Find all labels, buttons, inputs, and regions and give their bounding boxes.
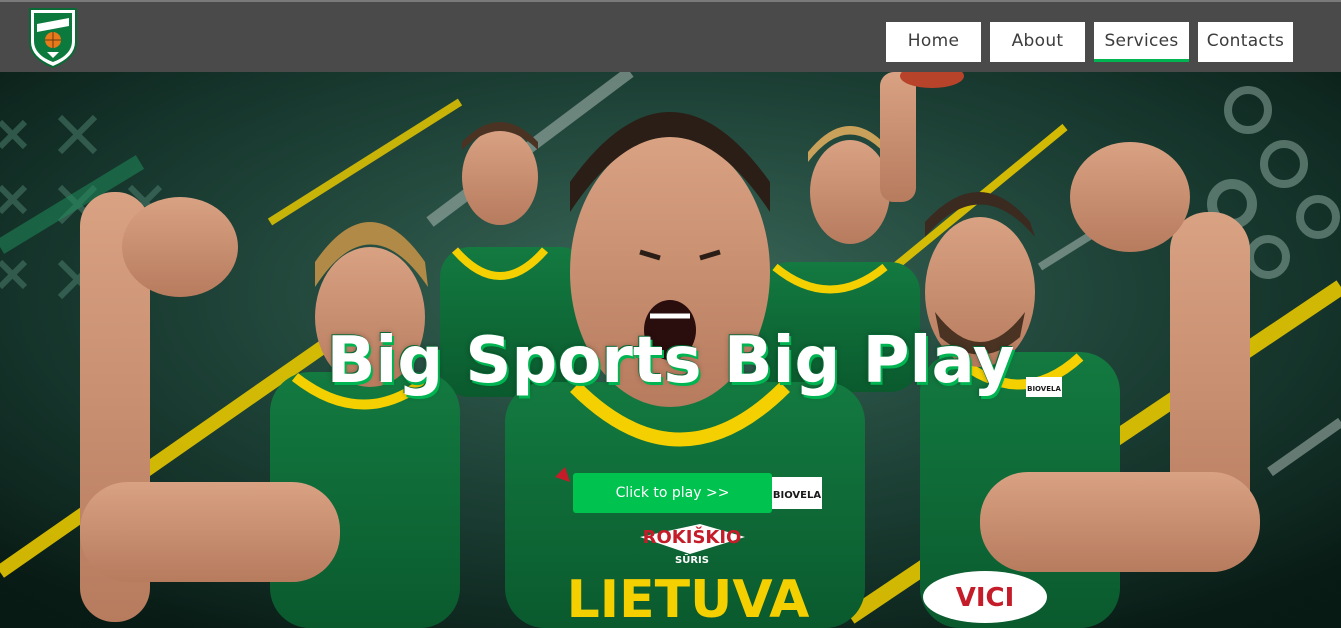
nav-about-button[interactable]: About [990, 22, 1085, 62]
sponsor-rokiskio-text: ROKIŠKIO [643, 526, 742, 548]
nav-services-button[interactable]: Services [1094, 22, 1189, 62]
hero-banner: VICI BIOVELA ROKIŠKIO SŪRIS LIETUVA BIOV… [0, 72, 1341, 628]
top-navbar: Home About Services Contacts [0, 0, 1341, 72]
main-nav: Home About Services Contacts [886, 22, 1293, 62]
hero-title: Big Sports Big Play [326, 324, 1015, 398]
nav-home-button[interactable]: Home [886, 22, 981, 62]
jersey-lietuva-text: LIETUVA [567, 570, 810, 628]
page: Home About Services Contacts VICI BIOVEL… [0, 0, 1341, 628]
sponsor-vici-text: VICI [956, 583, 1015, 613]
sponsor-suris-text: SŪRIS [675, 553, 709, 566]
click-to-play-button[interactable]: Click to play >> [573, 473, 772, 513]
sponsor-biovela-text: BIOVELA [773, 490, 822, 501]
team-shield-logo-icon[interactable] [27, 6, 79, 69]
nav-contacts-button[interactable]: Contacts [1198, 22, 1293, 62]
